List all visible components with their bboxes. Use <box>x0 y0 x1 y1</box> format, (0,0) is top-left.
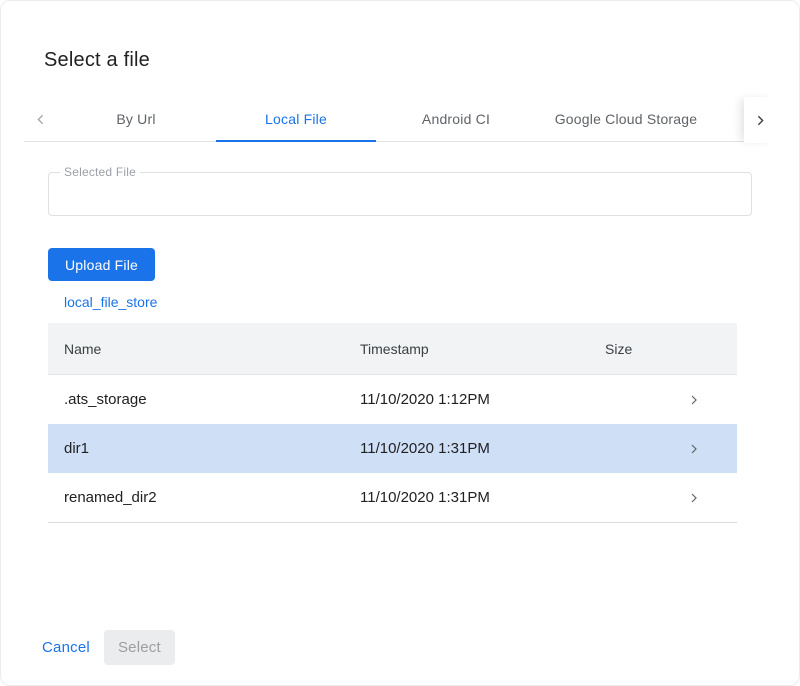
table-row[interactable]: renamed_dir2 11/10/2020 1:31PM <box>48 473 737 522</box>
chevron-right-icon <box>686 441 702 457</box>
tab[interactable]: Android CI <box>376 97 536 141</box>
select-button[interactable]: Select <box>104 630 175 665</box>
row-open-button[interactable] <box>680 392 737 408</box>
dialog-title: Select a file <box>44 48 800 72</box>
chevron-right-icon <box>686 392 702 408</box>
local-file-store-link[interactable]: local_file_store <box>64 294 157 310</box>
table-header-row: Name Timestamp Size <box>48 323 737 375</box>
cell-timestamp: 11/10/2020 1:31PM <box>360 440 605 457</box>
column-header-size: Size <box>605 341 680 357</box>
dialog-footer: Cancel Select <box>34 630 800 665</box>
chevron-left-icon <box>32 111 49 128</box>
table-body: .ats_storage 11/10/2020 1:12PM dir1 11/1… <box>48 375 737 523</box>
tab[interactable]: Google Cloud Storage <box>536 97 716 141</box>
tabs-prev-button[interactable] <box>24 97 56 141</box>
file-table: Name Timestamp Size .ats_storage 11/10/2… <box>48 323 737 523</box>
upload-file-button[interactable]: Upload File <box>48 248 155 281</box>
chevron-right-icon <box>752 112 769 129</box>
chevron-right-icon <box>686 490 702 506</box>
selected-file-input[interactable] <box>49 173 751 215</box>
selected-file-field: Selected File <box>48 172 752 216</box>
row-open-button[interactable] <box>680 490 737 506</box>
select-file-dialog: Select a file By Url Local File Android … <box>0 0 800 686</box>
cell-timestamp: 11/10/2020 1:12PM <box>360 391 605 408</box>
table-row[interactable]: dir1 11/10/2020 1:31PM <box>48 424 737 473</box>
column-header-timestamp: Timestamp <box>360 341 605 357</box>
tabs-next-button[interactable] <box>744 97 776 143</box>
row-open-button[interactable] <box>680 441 737 457</box>
table-row[interactable]: .ats_storage 11/10/2020 1:12PM <box>48 375 737 424</box>
cancel-button[interactable]: Cancel <box>34 631 98 664</box>
cell-name: dir1 <box>48 440 360 457</box>
column-header-name: Name <box>48 341 360 357</box>
tab[interactable]: Local File <box>216 97 376 141</box>
cell-timestamp: 11/10/2020 1:31PM <box>360 489 605 506</box>
cell-name: renamed_dir2 <box>48 489 360 506</box>
tab-label: Google Cloud Storage <box>555 111 698 127</box>
tab[interactable]: By Url <box>56 97 216 141</box>
tab-bar: By Url Local File Android CI Google Clou… <box>24 97 776 142</box>
cell-name: .ats_storage <box>48 391 360 408</box>
tabs: By Url Local File Android CI Google Clou… <box>56 97 716 141</box>
tab-label: Android CI <box>422 111 490 127</box>
tab-label: Local File <box>265 111 327 127</box>
tab-label: By Url <box>116 111 155 127</box>
selected-file-label: Selected File <box>60 165 140 179</box>
